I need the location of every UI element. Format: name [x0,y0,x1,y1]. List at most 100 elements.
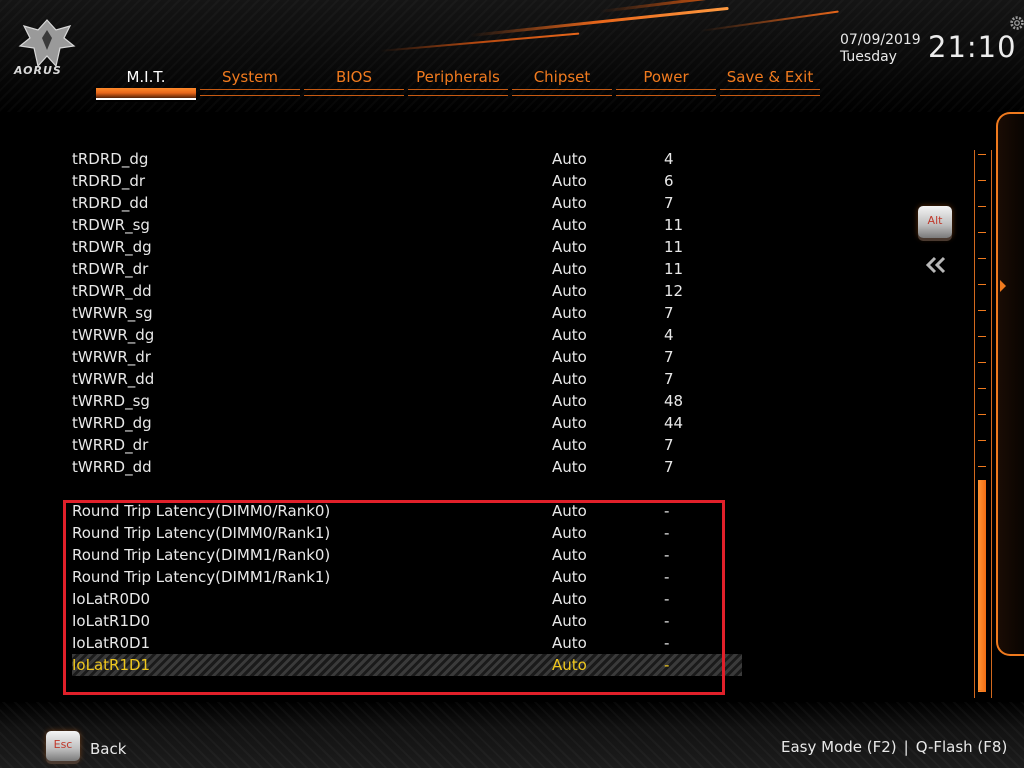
tab-power[interactable]: Power [616,66,716,100]
setting-row[interactable]: tRDWR_sg Auto 11 [72,214,742,236]
tab-peripherals[interactable]: Peripherals [408,66,508,100]
setting-mode: Auto [552,370,587,388]
tab-underline [512,89,612,90]
tab-underline [616,95,716,96]
setting-mode: Auto [552,392,587,410]
alt-key-button[interactable]: Alt [918,206,952,238]
setting-row[interactable]: IoLatR1D0 Auto - [72,610,742,632]
tab-save-exit[interactable]: Save & Exit [720,66,820,100]
back-button[interactable]: Back [90,740,126,758]
setting-row[interactable]: IoLatR0D1 Auto - [72,632,742,654]
setting-name: tRDRD_dd [72,194,149,212]
esc-key-button[interactable]: Esc [46,731,80,761]
tab-chipset[interactable]: Chipset [512,66,612,100]
setting-mode: Auto [552,502,587,520]
setting-value: - [664,634,670,652]
scroll-tick [978,232,986,233]
scroll-tick [978,310,986,311]
setting-row[interactable]: tWRWR_sg Auto 7 [72,302,742,324]
scrollbar-thumb[interactable] [978,480,986,692]
setting-row[interactable]: Round Trip Latency(DIMM0/Rank0) Auto - [72,500,742,522]
setting-mode: Auto [552,216,587,234]
setting-mode: Auto [552,238,587,256]
setting-row[interactable]: tRDRD_dd Auto 7 [72,192,742,214]
scroll-tick [978,440,986,441]
setting-mode: Auto [552,194,587,212]
setting-mode: Auto [552,172,587,190]
setting-row[interactable]: tWRRD_dg Auto 44 [72,412,742,434]
setting-row[interactable]: tWRWR_dg Auto 4 [72,324,742,346]
scrollbar[interactable] [974,150,992,698]
setting-mode: Auto [552,568,587,586]
tab-mit[interactable]: M.I.T. [96,66,196,102]
setting-name: tWRRD_sg [72,392,150,410]
scroll-tick [978,206,986,207]
setting-name: Round Trip Latency(DIMM0/Rank1) [72,524,331,542]
scroll-tick [978,362,986,363]
setting-value: 4 [664,150,674,168]
setting-name: tRDRD_dr [72,172,146,190]
setting-mode: Auto [552,414,587,432]
footer-separator: | [903,738,909,756]
side-panel-handle[interactable] [996,112,1024,656]
setting-row[interactable]: tWRRD_dd Auto 7 [72,456,742,478]
tab-underline [304,95,404,96]
qflash-button[interactable]: Q-Flash (F8) [916,738,1008,756]
setting-name: tWRRD_dg [72,414,152,432]
setting-row[interactable]: Round Trip Latency(DIMM1/Rank0) Auto - [72,544,742,566]
setting-row[interactable]: tRDWR_dr Auto 11 [72,258,742,280]
setting-row[interactable]: tRDWR_dd Auto 12 [72,280,742,302]
easy-mode-button[interactable]: Easy Mode (F2) [781,738,897,756]
setting-name: tRDRD_dg [72,150,149,168]
setting-name: tWRWR_dd [72,370,155,388]
setting-row[interactable]: tWRWR_dd Auto 7 [72,368,742,390]
decorative-streak [699,10,839,32]
active-tab-indicator [96,88,196,102]
setting-value: 7 [664,194,674,212]
setting-name: tWRRD_dd [72,458,152,476]
setting-row[interactable]: tWRRD_sg Auto 48 [72,390,742,412]
setting-mode: Auto [552,150,587,168]
tab-bios[interactable]: BIOS [304,66,404,100]
setting-value: - [664,546,670,564]
setting-row[interactable]: Round Trip Latency(DIMM0/Rank1) Auto - [72,522,742,544]
setting-mode: Auto [552,260,587,278]
setting-row[interactable]: Round Trip Latency(DIMM1/Rank1) Auto - [72,566,742,588]
date-display: 07/09/2019 Tuesday [840,32,921,66]
footer-shortcuts: Easy Mode (F2) | Q-Flash (F8) [781,738,1007,756]
setting-mode: Auto [552,634,587,652]
tab-underline [720,89,820,90]
setting-row[interactable]: tWRRD_dr Auto 7 [72,434,742,456]
setting-value: 11 [664,260,684,278]
double-chevron-left-icon[interactable] [924,256,948,274]
setting-mode: Auto [552,612,587,630]
setting-row-selected[interactable]: IoLatR1D1 Auto - [72,654,742,676]
setting-value: - [664,612,670,630]
tab-system[interactable]: System [200,66,300,100]
bottom-bar [0,702,1024,768]
setting-value: 7 [664,370,674,388]
setting-value: 7 [664,458,674,476]
tab-label: Save & Exit [726,68,814,86]
setting-row[interactable]: IoLatR0D0 Auto - [72,588,742,610]
setting-row[interactable]: tRDWR_dg Auto 11 [72,236,742,258]
tab-underline [304,89,404,90]
tab-label: Chipset [533,68,591,86]
setting-name: IoLatR0D0 [72,590,151,608]
scroll-tick [978,284,986,285]
gear-icon[interactable] [1008,14,1024,32]
setting-value: - [664,502,670,520]
setting-mode: Auto [552,546,587,564]
tab-label: M.I.T. [126,68,166,86]
setting-value: 7 [664,348,674,366]
setting-row[interactable]: tRDRD_dr Auto 6 [72,170,742,192]
setting-name: tRDWR_sg [72,216,150,234]
tab-underline [408,95,508,96]
tab-underline [200,95,300,96]
setting-name: IoLatR1D1 [72,656,151,674]
setting-mode: Auto [552,656,587,674]
setting-row[interactable]: tWRWR_dr Auto 7 [72,346,742,368]
chevron-right-icon[interactable] [998,278,1008,294]
setting-mode: Auto [552,458,587,476]
setting-row[interactable]: tRDRD_dg Auto 4 [72,148,742,170]
